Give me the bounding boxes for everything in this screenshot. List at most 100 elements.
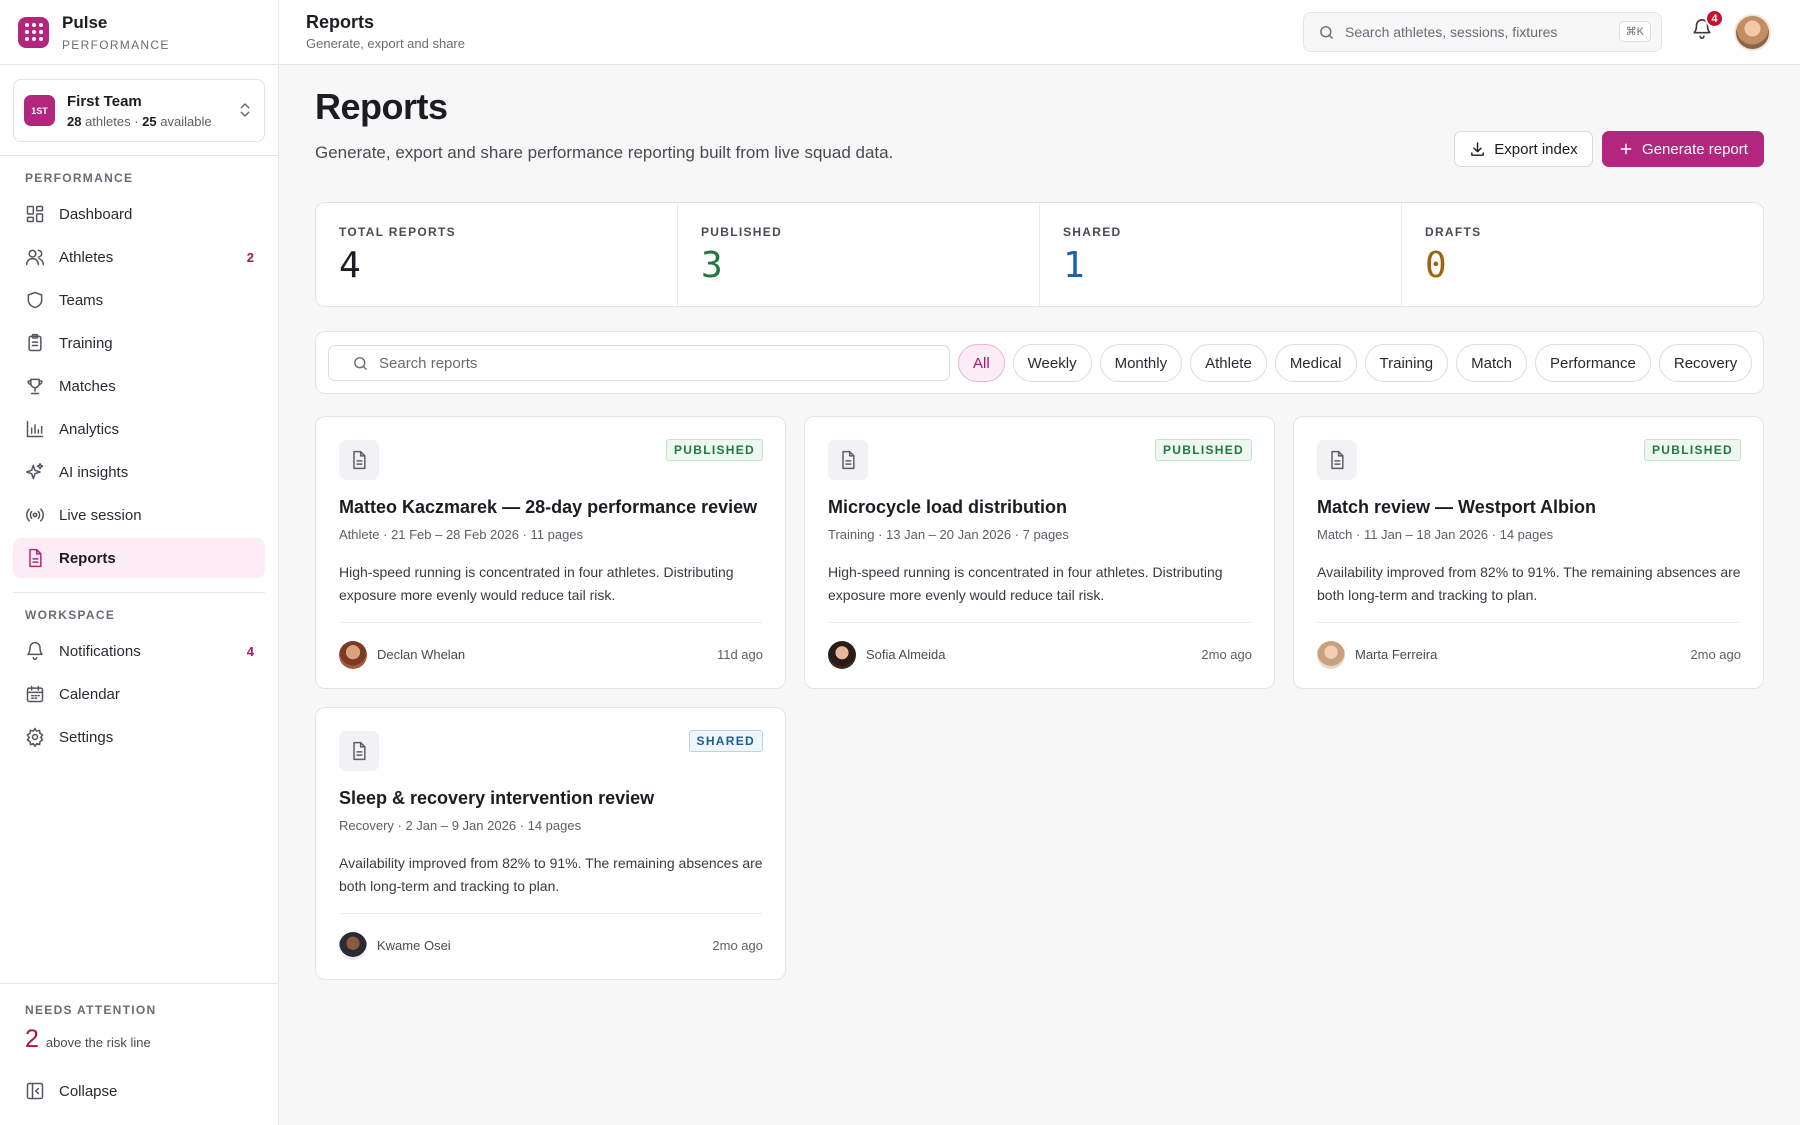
- filter-chip-recovery[interactable]: Recovery: [1658, 344, 1753, 382]
- export-index-button[interactable]: Export index: [1454, 131, 1593, 167]
- sidebar-item-analytics[interactable]: Analytics: [13, 409, 265, 449]
- notifications-count-badge: 4: [246, 643, 254, 659]
- gear-icon: [25, 727, 45, 747]
- sidebar-item-label: Analytics: [59, 420, 120, 438]
- search-placeholder: Search athletes, sessions, fixtures: [1345, 24, 1558, 40]
- sidebar-item-dashboard[interactable]: Dashboard: [13, 194, 265, 234]
- report-card[interactable]: SHARED Sleep & recovery intervention rev…: [315, 707, 786, 980]
- sidebar-item-ai-insights[interactable]: AI insights: [13, 452, 265, 492]
- sidebar-item-calendar[interactable]: Calendar: [13, 674, 265, 714]
- collapse-sidebar-icon: [25, 1081, 45, 1101]
- stat-total: TOTAL REPORTS 4: [316, 203, 678, 306]
- report-stats: TOTAL REPORTS 4 PUBLISHED 3 SHARED 1 DRA…: [315, 202, 1764, 307]
- stat-value: 4: [339, 245, 361, 286]
- report-summary: Availability improved from 82% to 91%. T…: [339, 855, 763, 894]
- brand[interactable]: Pulse PERFORMANCE: [0, 0, 278, 65]
- filter-chip-performance[interactable]: Performance: [1535, 344, 1651, 382]
- sidebar-item-label: Dashboard: [59, 205, 133, 223]
- sparkle-icon: [25, 462, 45, 482]
- sidebar-item-label: AI insights: [59, 463, 129, 481]
- report-summary: High-speed running is concentrated in fo…: [339, 564, 734, 603]
- report-title: Matteo Kaczmarek — 28-day performance re…: [339, 497, 758, 517]
- trophy-icon: [25, 376, 45, 396]
- filter-chip-match[interactable]: Match: [1456, 344, 1527, 382]
- sidebar-item-label: Teams: [59, 291, 104, 309]
- document-icon: [25, 548, 45, 568]
- search-icon: [352, 355, 369, 372]
- report-author: Kwame Osei: [377, 938, 451, 953]
- report-title: Match review — Westport Albion: [1317, 497, 1597, 517]
- report-summary: High-speed running is concentrated in fo…: [828, 564, 1223, 603]
- collapse-button[interactable]: Collapse: [13, 1071, 265, 1111]
- sidebar-item-label: Reports: [59, 549, 116, 567]
- sidebar-item-training[interactable]: Training: [13, 323, 265, 363]
- team-name: First Team: [67, 92, 142, 110]
- status-badge: PUBLISHED: [665, 439, 763, 461]
- report-summary: Availability improved from 82% to 91%. T…: [1317, 564, 1741, 603]
- report-meta: Training · 13 Jan – 20 Jan 2026 · 7 page…: [828, 527, 1069, 542]
- user-avatar[interactable]: [1734, 14, 1771, 51]
- stat-drafts: DRAFTS 0: [1402, 203, 1763, 306]
- clipboard-icon: [25, 333, 45, 353]
- sidebar-item-athletes[interactable]: Athletes 2: [13, 237, 265, 277]
- brand-subtitle: PERFORMANCE: [62, 37, 170, 52]
- filter-chip-training[interactable]: Training: [1364, 344, 1449, 382]
- report-author: Marta Ferreira: [1355, 647, 1438, 662]
- topbar-title: Reports: [306, 12, 375, 32]
- report-meta: Recovery · 2 Jan – 9 Jan 2026 · 14 pages: [339, 818, 582, 833]
- team-switcher[interactable]: 1ST First Team 28 athletes · 25 availabl…: [13, 79, 265, 142]
- attention-text: above the risk line: [45, 1035, 151, 1050]
- global-search-input[interactable]: Search athletes, sessions, fixtures ⌘K: [1303, 12, 1662, 52]
- stat-published: PUBLISHED 3: [678, 203, 1040, 306]
- sidebar-item-label: Matches: [59, 377, 116, 395]
- sidebar-item-label: Live session: [59, 506, 142, 524]
- topbar-subtitle: Generate, export and share: [306, 36, 465, 51]
- filter-chip-weekly[interactable]: Weekly: [1012, 344, 1092, 382]
- bell-icon: [25, 641, 45, 661]
- topbar: Reports Generate, export and share Searc…: [279, 0, 1800, 65]
- document-icon: [828, 440, 868, 480]
- notification-count-badge: 4: [1705, 9, 1724, 28]
- brand-name: Pulse: [62, 12, 108, 32]
- sidebar-item-reports[interactable]: Reports: [13, 538, 265, 578]
- app-grid-icon: [18, 16, 49, 48]
- filter-chip-athlete[interactable]: Athlete: [1190, 344, 1267, 382]
- report-time: 2mo ago: [712, 938, 763, 953]
- athletes-count-badge: 2: [246, 249, 254, 265]
- dashboard-icon: [25, 204, 45, 224]
- team-meta: 28 athletes · 25 available: [67, 113, 212, 129]
- needs-attention-label: NEEDS ATTENTION: [25, 1003, 157, 1017]
- stat-label: SHARED: [1063, 225, 1122, 239]
- status-badge: PUBLISHED: [1154, 439, 1252, 461]
- generate-report-label: Generate report: [1642, 140, 1748, 158]
- team-badge: 1ST: [24, 95, 55, 126]
- sidebar: Pulse PERFORMANCE 1ST First Team 28 athl…: [0, 0, 279, 1125]
- section-label-workspace: WORKSPACE: [25, 608, 116, 622]
- filter-chip-medical[interactable]: Medical: [1274, 344, 1357, 382]
- filter-chip-monthly[interactable]: Monthly: [1099, 344, 1183, 382]
- sidebar-item-notifications[interactable]: Notifications 4: [13, 631, 265, 671]
- report-search-input[interactable]: Search reports: [328, 345, 950, 381]
- sidebar-item-settings[interactable]: Settings: [13, 717, 265, 757]
- needs-attention[interactable]: NEEDS ATTENTION 2 above the risk line: [25, 1003, 157, 1054]
- stat-label: DRAFTS: [1425, 225, 1482, 239]
- sidebar-item-matches[interactable]: Matches: [13, 366, 265, 406]
- status-badge: PUBLISHED: [1643, 439, 1741, 461]
- section-label-performance: PERFORMANCE: [25, 171, 134, 185]
- sidebar-item-live-session[interactable]: Live session: [13, 495, 265, 535]
- generate-report-button[interactable]: Generate report: [1602, 131, 1764, 167]
- report-meta: Match · 11 Jan – 18 Jan 2026 · 14 pages: [1317, 527, 1554, 542]
- report-card[interactable]: PUBLISHED Microcycle load distribution T…: [804, 416, 1275, 689]
- search-shortcut: ⌘K: [1618, 21, 1651, 42]
- avatar: [828, 641, 856, 669]
- bar-chart-icon: [25, 419, 45, 439]
- avatar: [339, 932, 367, 960]
- calendar-icon: [25, 684, 45, 704]
- document-icon: [339, 440, 379, 480]
- search-icon: [1318, 24, 1335, 41]
- report-card[interactable]: PUBLISHED Matteo Kaczmarek — 28-day perf…: [315, 416, 786, 689]
- report-card[interactable]: PUBLISHED Match review — Westport Albion…: [1293, 416, 1764, 689]
- sidebar-item-teams[interactable]: Teams: [13, 280, 265, 320]
- filter-chip-all[interactable]: All: [958, 344, 1005, 382]
- stat-label: PUBLISHED: [701, 225, 783, 239]
